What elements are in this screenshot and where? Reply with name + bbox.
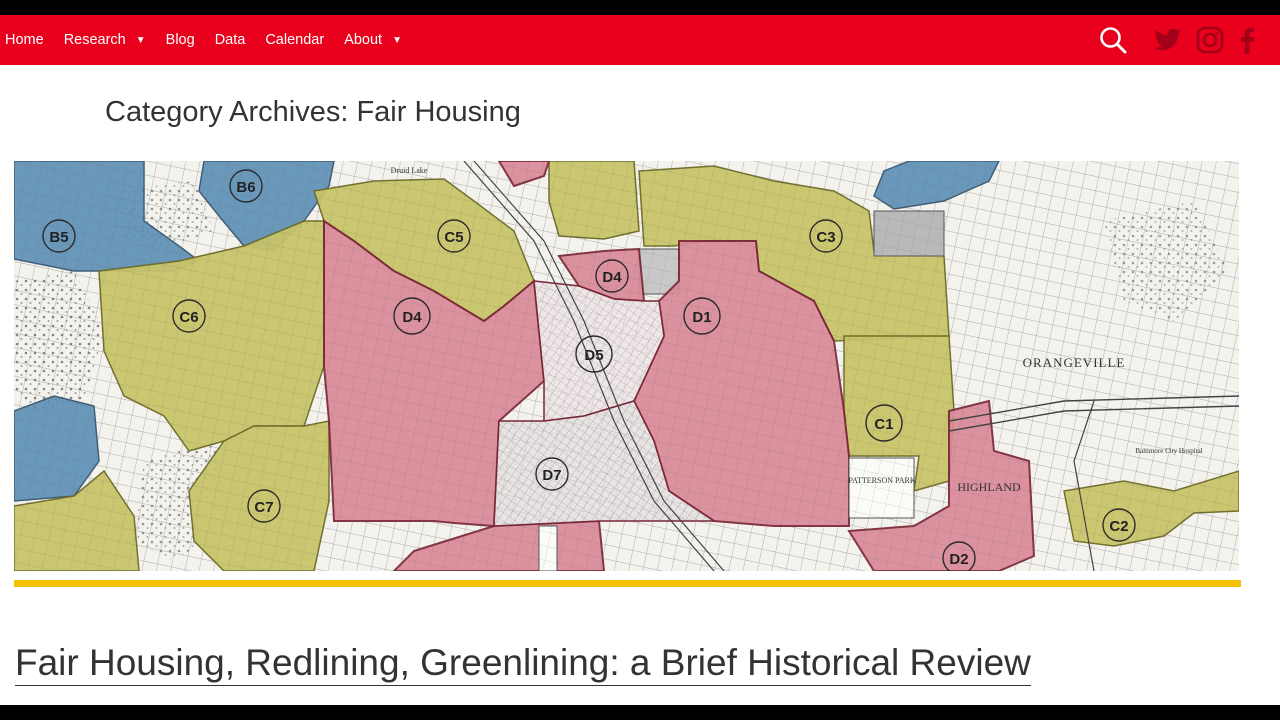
nav-item-data[interactable]: Data [215,32,246,48]
caret-down-icon: ▼ [135,34,146,46]
facebook-icon[interactable] [1238,26,1256,54]
zone-label: B6 [236,179,255,196]
zone-label: D5 [584,347,603,364]
zone-label: C5 [444,229,463,246]
search-icon[interactable] [1098,25,1128,55]
page-title: Category Archives: Fair Housing [105,96,521,128]
instagram-icon[interactable] [1196,26,1224,54]
place-label: Baltimore City Hospital [1135,447,1202,455]
nav-item-label: About [344,32,383,48]
nav-item-home[interactable]: Home [5,32,44,48]
zone-label: C2 [1109,518,1128,535]
nav-item-label: Calendar [265,32,325,48]
zone-label: D7 [542,467,561,484]
zone-label: B5 [49,229,68,246]
hero-redlining-map-image: B5 B6 C5 C6 C7 D4 D4 D5 D1 D7 C3 C1 C2 D… [14,161,1239,571]
zone-label: D4 [602,269,622,286]
nav-item-label: Data [214,32,246,48]
nav-item-label: Blog [165,32,195,48]
nav-right-icons [1084,15,1256,65]
zone-label: C7 [254,499,273,516]
twitter-icon[interactable] [1154,28,1182,52]
zone-label: C3 [816,229,835,246]
zone-label: D4 [402,309,422,326]
caret-down-icon: ▼ [392,34,402,46]
top-letterbox-bar [0,0,1280,15]
place-label: HIGHLAND [957,480,1021,494]
place-label: PATTERSON PARK [848,476,915,485]
zone-label: D2 [949,551,968,568]
nav-item-calendar[interactable]: Calendar [265,32,324,48]
bottom-letterbox-bar [0,705,1280,720]
zone-label: D1 [692,309,711,326]
post-title-link[interactable]: Fair Housing, Redlining, Greenlining: a … [15,641,1031,686]
main-nav: Home Research ▼ Blog Data Calendar About… [0,15,1280,65]
nav-item-blog[interactable]: Blog [166,32,195,48]
nav-item-label: Home [5,32,44,48]
zone-label: C6 [179,309,198,326]
nav-item-research[interactable]: Research ▼ [64,32,146,48]
zone-label: C1 [874,416,893,433]
accent-divider [14,580,1241,587]
place-label: ORANGEVILLE [1023,355,1126,370]
place-label: Druid Lake [391,166,428,175]
nav-item-label: Research [63,32,126,48]
nav-item-about[interactable]: About ▼ [344,32,402,48]
